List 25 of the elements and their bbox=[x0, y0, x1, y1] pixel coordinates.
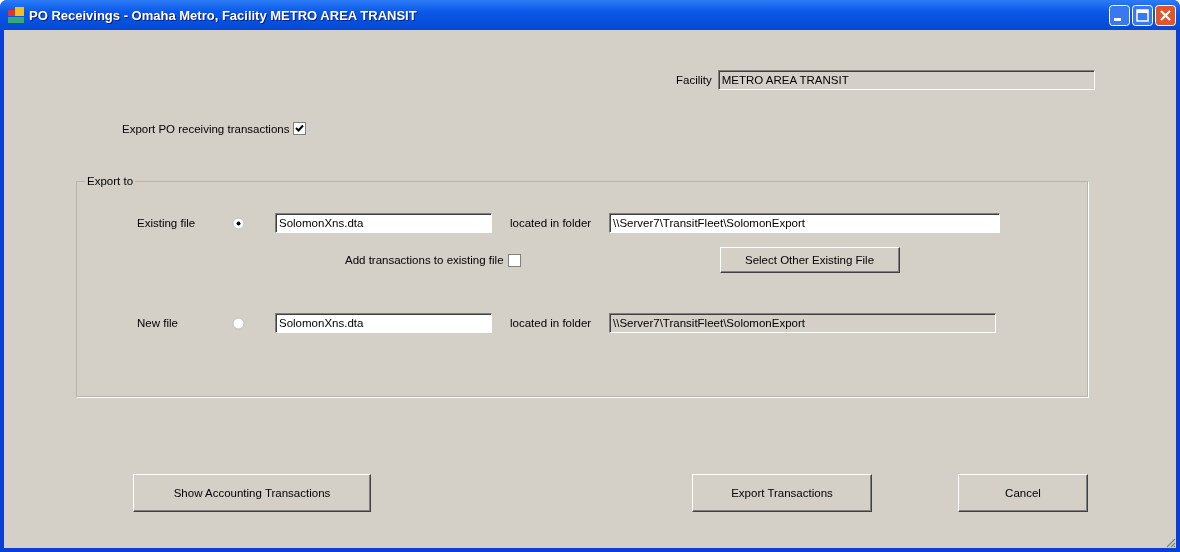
maximize-button[interactable] bbox=[1132, 4, 1153, 26]
checkbox-label: Export PO receiving transactions bbox=[122, 122, 290, 135]
folder-label: located in folder bbox=[510, 317, 593, 329]
checkbox[interactable] bbox=[293, 122, 307, 135]
export-button[interactable]: Export Transactions bbox=[692, 474, 872, 512]
option-label: New file bbox=[137, 317, 179, 329]
app-icon bbox=[8, 7, 24, 23]
cancel-button[interactable]: Cancel bbox=[958, 474, 1088, 512]
option-label: Existing file bbox=[137, 217, 197, 229]
resize-grip-icon[interactable] bbox=[1164, 536, 1176, 548]
accounting-button[interactable]: Show Accounting Transactions bbox=[133, 474, 371, 512]
folder-field[interactable]: \\Server7\TransitFleet\SolomonExport bbox=[609, 213, 1000, 233]
group-title: Export to bbox=[86, 175, 135, 187]
file-name-field[interactable]: SolomonXns.dta bbox=[275, 313, 492, 333]
checkbox[interactable] bbox=[507, 253, 521, 267]
window-title: PO Receivings - Omaha Metro, Facility METRO AREA TRANSIT bbox=[29, 7, 418, 23]
radio-button[interactable] bbox=[232, 216, 245, 230]
select-file-button[interactable]: Select Other Existing File bbox=[719, 247, 900, 273]
minimize-button[interactable] bbox=[1109, 4, 1130, 26]
facility-label: Facility bbox=[676, 74, 712, 86]
radio-button[interactable] bbox=[232, 316, 245, 330]
close-button[interactable] bbox=[1155, 4, 1176, 26]
checkbox-label: Add transactions to existing file bbox=[345, 254, 504, 266]
file-name-field[interactable]: SolomonXns.dta bbox=[275, 213, 492, 233]
folder-label: located in folder bbox=[510, 217, 593, 229]
